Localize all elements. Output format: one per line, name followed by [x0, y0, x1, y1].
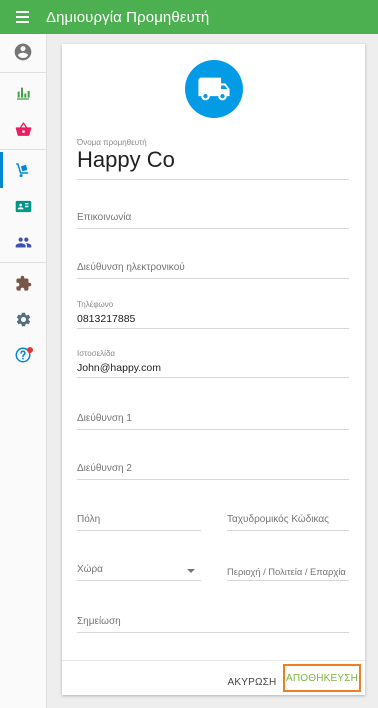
phone-label: Τηλέφωνο: [77, 300, 114, 309]
notification-badge: [27, 347, 33, 353]
sidebar-divider: [0, 149, 46, 150]
hand-truck-icon: [16, 163, 29, 178]
phone-field[interactable]: Τηλέφωνο 0813217885: [77, 300, 349, 329]
settings-gear-icon: [16, 312, 30, 326]
app-bar: Δημιουργία Προμηθευτή: [0, 0, 378, 34]
truck-icon: [198, 77, 230, 101]
postal-code-field[interactable]: Ταχυδρομικός Κώδικας: [227, 514, 349, 531]
email-field[interactable]: Διεύθυνση ηλεκτρονικού: [77, 262, 349, 279]
sidebar-item-orders[interactable]: [0, 111, 46, 147]
people-icon: [15, 237, 31, 247]
region-field[interactable]: Περιοχή / Πολιτεία / Επαρχία: [227, 566, 349, 581]
shopping-basket-icon: [15, 121, 31, 136]
save-button[interactable]: ΑΠΟΘΗΚΕΥΣΗ: [283, 664, 361, 692]
chevron-down-icon: [187, 569, 195, 573]
sidebar-item-reports[interactable]: [0, 75, 46, 111]
sidebar: [0, 34, 47, 708]
sidebar-item-suppliers[interactable]: [0, 152, 46, 188]
contact-placeholder: Επικοινωνία: [77, 212, 132, 223]
postal-code-placeholder: Ταχυδρομικός Κώδικας: [227, 514, 329, 525]
note-field[interactable]: Σημείωση: [77, 616, 349, 633]
website-value: John@happy.com: [77, 362, 162, 374]
email-placeholder: Διεύθυνση ηλεκτρονικού: [77, 262, 185, 273]
supplier-name-value: Happy Co: [77, 147, 175, 172]
address2-placeholder: Διεύθυνση 2: [77, 463, 132, 474]
cancel-button[interactable]: ΑΚΥΡΩΣΗ: [228, 671, 277, 693]
country-select[interactable]: Χώρα: [77, 564, 201, 581]
sidebar-item-account[interactable]: [0, 34, 46, 70]
supplier-avatar: [185, 60, 243, 118]
contact-card-icon: [15, 200, 31, 212]
contact-field[interactable]: Επικοινωνία: [77, 212, 349, 229]
sidebar-item-customers[interactable]: [0, 188, 46, 224]
region-placeholder: Περιοχή / Πολιτεία / Επαρχία: [227, 566, 346, 577]
phone-value: 0813217885: [77, 313, 136, 325]
address1-field[interactable]: Διεύθυνση 1: [77, 413, 349, 430]
account-circle-icon: [14, 43, 32, 61]
address2-field[interactable]: Διεύθυνση 2: [77, 463, 349, 480]
supplier-name-label: Όνομα προμηθευτή: [77, 138, 147, 147]
city-placeholder: Πόλη: [77, 514, 101, 525]
hamburger-menu-icon[interactable]: [0, 0, 44, 34]
city-field[interactable]: Πόλη: [77, 514, 201, 531]
sidebar-item-help[interactable]: [0, 337, 46, 373]
country-placeholder: Χώρα: [77, 564, 103, 575]
bar-chart-icon: [17, 87, 30, 100]
sidebar-item-users[interactable]: [0, 224, 46, 260]
puzzle-icon: [15, 275, 31, 291]
footer-divider: [62, 660, 365, 661]
website-field[interactable]: Ιστοσελίδα John@happy.com: [77, 349, 349, 378]
sidebar-item-settings[interactable]: [0, 301, 46, 337]
supplier-name-field[interactable]: Όνομα προμηθευτή Happy Co: [77, 138, 349, 180]
note-placeholder: Σημείωση: [77, 616, 121, 627]
sidebar-divider: [0, 262, 46, 263]
address1-placeholder: Διεύθυνση 1: [77, 413, 132, 424]
sidebar-divider: [0, 72, 46, 73]
supplier-form-card: Όνομα προμηθευτή Happy Co Επικοινωνία Δι…: [62, 44, 365, 695]
page-title: Δημιουργία Προμηθευτή: [46, 8, 210, 26]
sidebar-item-extensions[interactable]: [0, 265, 46, 301]
website-label: Ιστοσελίδα: [77, 349, 116, 358]
